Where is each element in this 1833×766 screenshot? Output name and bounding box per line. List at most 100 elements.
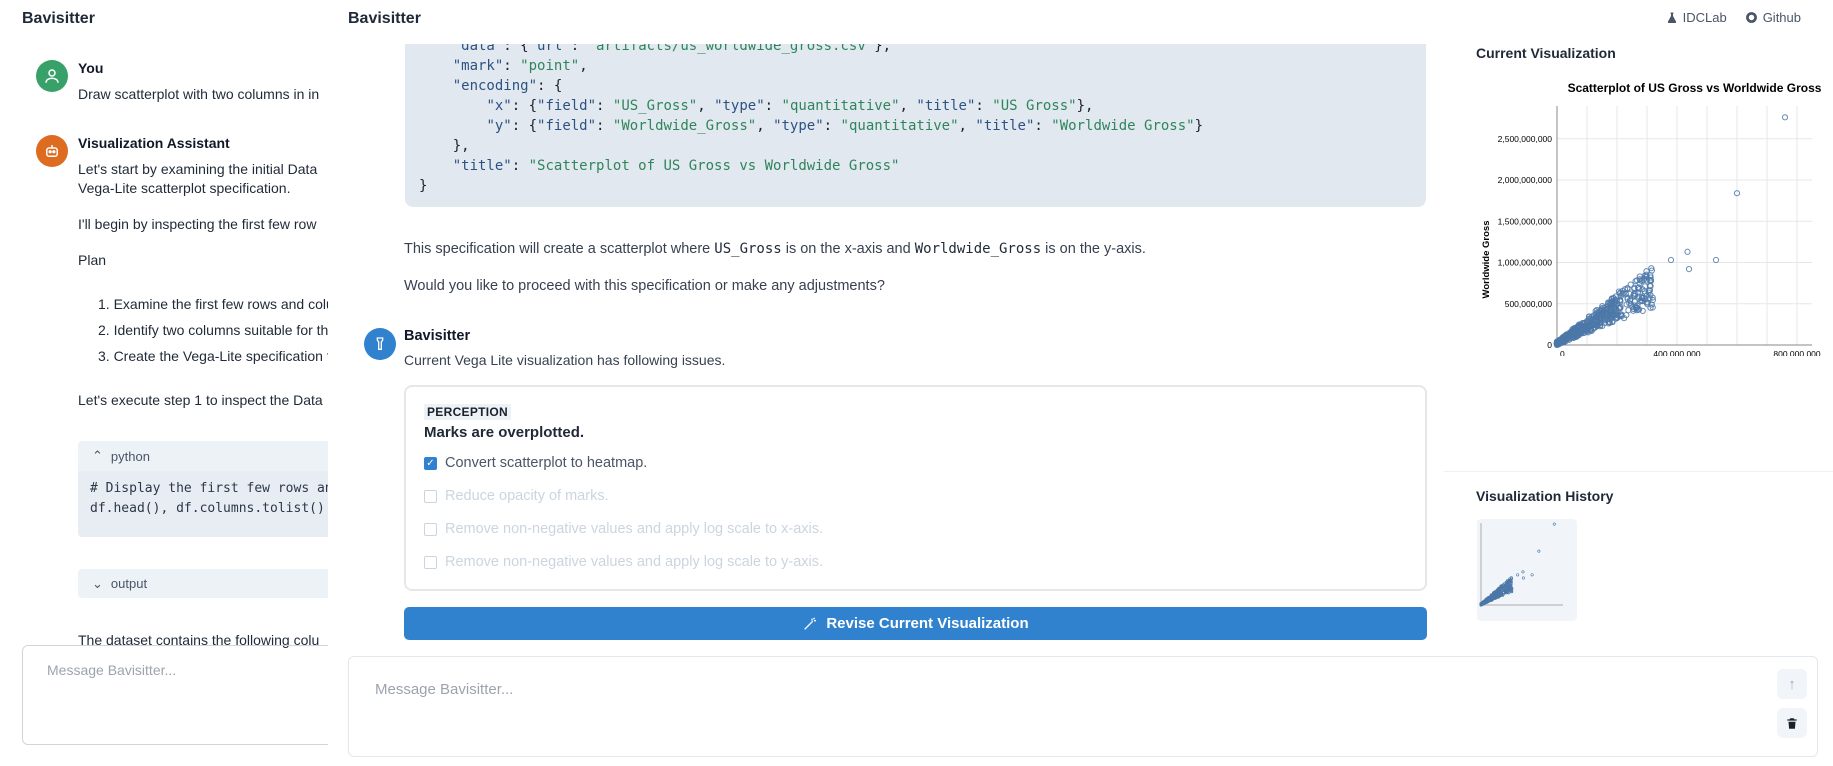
fix-option-log-x[interactable]: Remove non-negative values and apply log… [424,521,823,537]
thumb-point [1537,549,1541,553]
trash-icon [1787,717,1797,729]
message-text: Draw scatterplot with two columns in in [78,86,320,102]
message-text: Vega-Lite scatterplot specification. [78,180,291,196]
proceed-question: Would you like to proceed with this spec… [404,278,885,294]
y-tick-label: 500,000,000 [1505,299,1553,309]
app-title: Bavisitter [348,10,421,27]
checkbox-icon[interactable] [424,489,437,503]
thumb-point [1521,570,1525,574]
x-tick-label: 800,000,000 [1773,349,1821,356]
flask-icon [1667,12,1676,24]
github-link[interactable]: Github [1745,10,1801,25]
thumb-point [1521,576,1525,580]
user-avatar-icon [36,60,68,92]
x-tick-label: 0 [1560,349,1565,356]
spec-text: is on the y-axis. [1041,241,1146,257]
code-collapse-toggle[interactable]: ⌃ python [78,441,328,471]
scatter-chart: Scatterplot of US Gross vs Worldwide Gro… [1481,81,1822,356]
plan-item: 3. Create the Vega-Lite specification f [98,348,328,364]
thumb-point [1552,522,1556,526]
idclab-label: IDCLab [1682,10,1727,25]
center-message-input[interactable]: Message Bavisitter... ↑ [348,656,1818,757]
output-collapse-toggle[interactable]: ⌄ output [78,569,328,598]
divider [1444,471,1833,472]
spec-code: "data": {"url": "artifacts/us_worldwide_… [419,44,1426,196]
spec-code-line: "y": {"field": "Worldwide_Gross", "type"… [486,118,1204,134]
code-block: # Display the first few rows an df.head()… [78,471,328,537]
fix-option-label: Remove non-negative values and apply log… [445,521,824,537]
github-label: Github [1762,10,1801,25]
y-tick-label: 1,500,000,000 [1498,216,1553,226]
idclab-link[interactable]: IDCLab [1666,10,1727,25]
issue-category-badge: PERCEPTION [424,404,512,420]
assistant-avatar-icon [36,135,68,167]
spec-text: This specification will create a scatter… [404,241,715,257]
spec-code-line: } [419,178,428,194]
input-placeholder: Message Bavisitter... [375,681,514,698]
spec-code-line: }, [419,138,470,154]
visualization-panel: Current Visualization Scatterplot of US … [1444,36,1833,656]
checkbox-checked-icon[interactable]: ✓ [424,456,437,470]
x-tick-label: 400,000,000 [1653,349,1701,356]
chat-panel-center: Bavisitter "data": {"url": "artifacts/us… [328,0,1818,766]
issue-card: PERCEPTION Marks are overplotted. ✓ Conv… [404,385,1427,591]
checkbox-icon[interactable] [424,555,437,569]
spec-code-line: "title": "Scatterplot of US Gross vs Wor… [452,158,900,174]
spec-code-block: "data": {"url": "artifacts/us_worldwide_… [405,44,1426,207]
chart-title: Scatterplot of US Gross vs Worldwide Gro… [1568,81,1822,95]
fix-option-label: Reduce opacity of marks. [445,488,609,504]
message-author: Visualization Assistant [78,135,230,151]
checkbox-icon[interactable] [424,522,437,536]
fix-option-heatmap[interactable]: ✓ Convert scatterplot to heatmap. [424,455,647,471]
chevron-up-icon: ⌃ [92,448,103,463]
spec-code-line: "encoding": { [452,78,563,94]
plan-item: 1. Examine the first few rows and colu [98,296,328,312]
wand-icon [804,617,817,630]
y-tick-label: 2,000,000,000 [1498,175,1553,185]
spec-code-line: "mark": "point", [452,58,588,74]
revise-visualization-button[interactable]: Revise Current Visualization [404,607,1427,640]
spec-description: This specification will create a scatter… [404,241,1146,257]
fix-option-opacity[interactable]: Reduce opacity of marks. [424,488,609,504]
y-tick-label: 1,000,000,000 [1498,258,1553,268]
chevron-down-icon: ⌄ [92,575,103,591]
fix-option-label: Remove non-negative values and apply log… [445,554,824,570]
spec-code-line: "data": {"url": "artifacts/us_worldwide_… [452,44,892,54]
message-text: I'll begin by inspecting the first few r… [78,216,317,232]
visualization-history-title: Visualization History [1476,488,1614,504]
send-button[interactable]: ↑ [1777,669,1807,699]
left-message-input[interactable]: Message Bavisitter... [22,645,328,745]
message-text: Current Vega Lite visualization has foll… [404,352,726,368]
arrow-up-icon: ↑ [1788,675,1796,693]
chat-panel-left: Bavisitter You Draw scatterplot with two… [0,0,328,766]
revise-label: Revise Current Visualization [826,615,1029,632]
plan-item: 2. Identify two columns suitable for the [98,322,328,338]
y-axis-label: Worldwide Gross [1481,221,1492,299]
code-line: # Display the first few rows an [90,481,328,496]
github-icon [1745,12,1757,23]
data-point [1667,256,1675,264]
y-tick-label: 2,500,000,000 [1498,134,1553,144]
fix-option-log-y[interactable]: Remove non-negative values and apply log… [424,554,823,570]
thumb-point [1530,573,1534,577]
code-language: python [110,448,150,464]
data-point [1712,256,1720,264]
top-links: IDCLab Github [1666,10,1801,25]
x-field-code: US_Gross [714,241,782,257]
data-point [1684,248,1691,255]
fix-option-label: Convert scatterplot to heatmap. [445,455,648,471]
message-text: Let's start by examining the initial Dat… [78,161,318,177]
bavisitter-avatar-icon [364,328,396,360]
data-point [1685,266,1693,273]
message-text: Let's execute step 1 to inspect the Data [78,392,323,408]
y-tick-label: 0 [1547,340,1552,350]
clear-button[interactable] [1777,708,1807,738]
code-line: df.head(), df.columns.tolist() [90,501,325,516]
y-field-code: Worldwide_Gross [914,241,1042,257]
message-author: Bavisitter [404,328,471,344]
history-thumbnail[interactable] [1477,519,1577,621]
app-title: Bavisitter [22,10,95,27]
spec-code-line: "x": {"field": "US_Gross", "type": "quan… [486,98,1094,114]
spec-text: is on the x-axis and [781,241,915,257]
message-author: You [78,60,104,76]
